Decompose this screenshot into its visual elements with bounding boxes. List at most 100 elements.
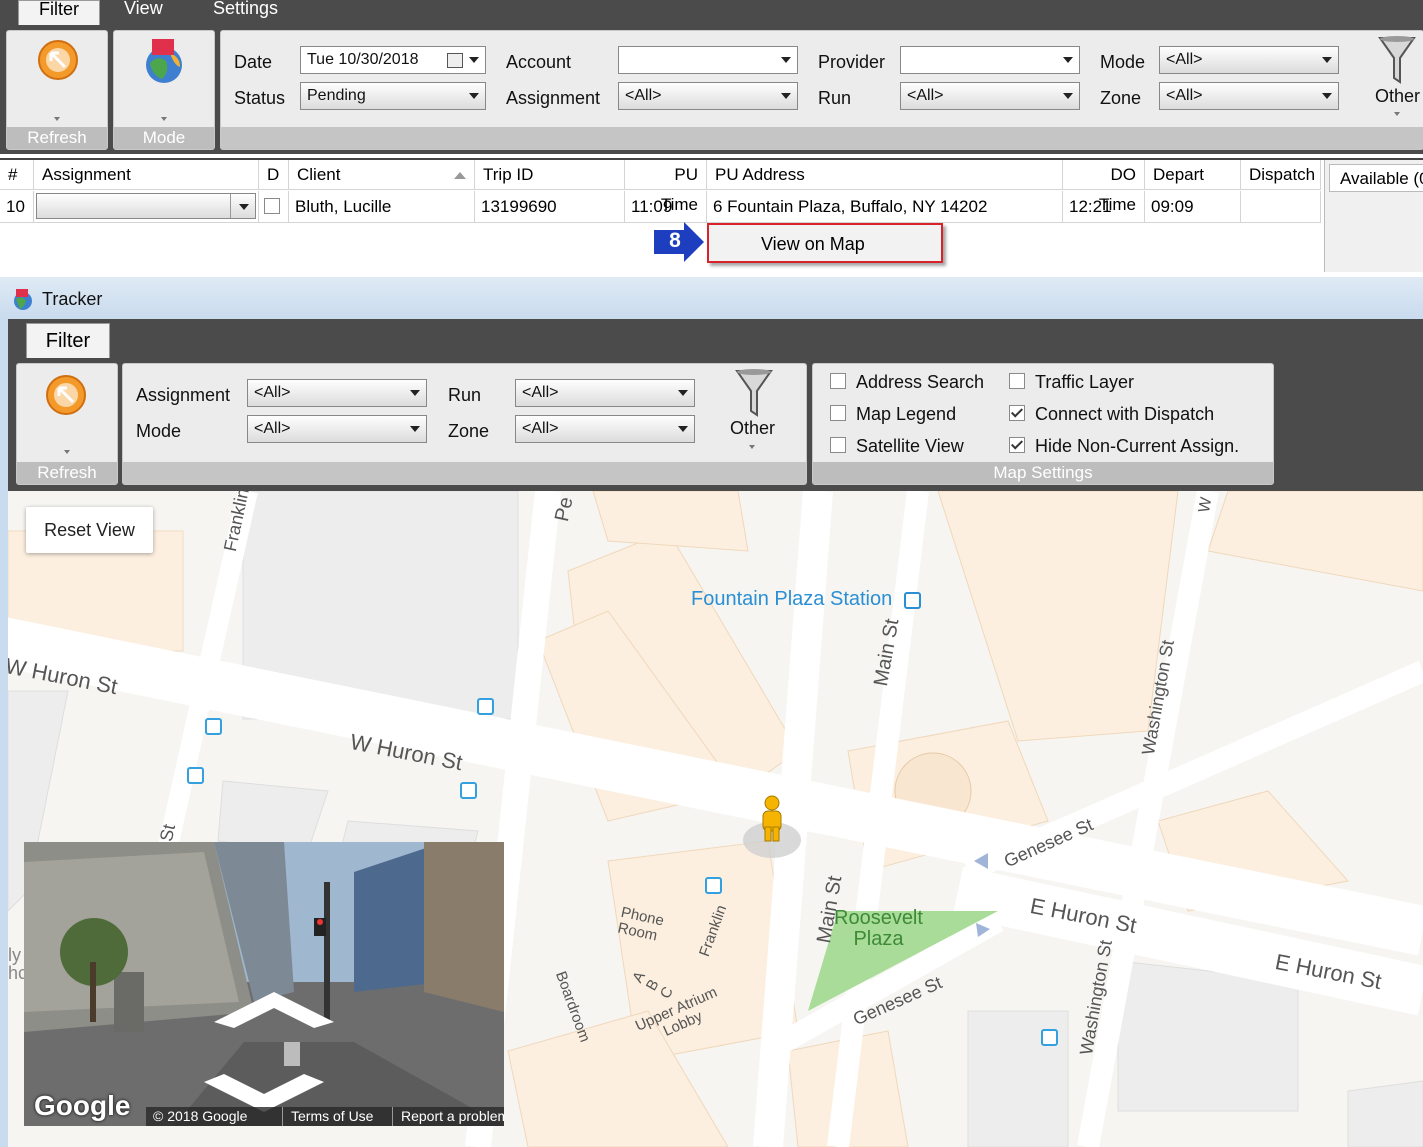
tracker-title: Tracker bbox=[42, 289, 103, 309]
satellite-view-checkbox[interactable] bbox=[830, 437, 846, 453]
available-panel[interactable]: Available (0 bbox=[1324, 160, 1423, 272]
refresh-group[interactable]: Refresh bbox=[6, 30, 108, 150]
bus-stop-icon[interactable] bbox=[205, 718, 222, 735]
mode-select[interactable]: <All> bbox=[1159, 46, 1339, 74]
col-header-num[interactable]: # bbox=[0, 160, 34, 190]
status-select[interactable]: Pending bbox=[300, 82, 486, 110]
other-dropdown-icon bbox=[1394, 112, 1400, 116]
zone-value: <All> bbox=[1166, 87, 1203, 104]
cell-assignment[interactable] bbox=[34, 191, 259, 223]
bus-stop-icon[interactable] bbox=[187, 767, 204, 784]
dispatch-checkbox[interactable] bbox=[264, 198, 280, 214]
hide-non-current-checkbox[interactable] bbox=[1009, 437, 1025, 453]
col-header-dispatch[interactable]: Dispatch bbox=[1241, 160, 1321, 190]
satellite-view-label[interactable]: Satellite View bbox=[856, 436, 964, 457]
street-view-image[interactable] bbox=[24, 842, 504, 1126]
station-label[interactable]: Fountain Plaza Station bbox=[691, 588, 892, 611]
chevron-down-icon bbox=[1322, 57, 1332, 63]
bus-stop-icon[interactable] bbox=[1041, 1029, 1058, 1046]
terms-link[interactable]: Terms of Use bbox=[291, 1108, 373, 1124]
col-header-d[interactable]: D bbox=[259, 160, 289, 190]
bus-stop-icon[interactable] bbox=[705, 877, 722, 894]
status-value: Pending bbox=[307, 87, 366, 104]
report-problem-link[interactable]: Report a problem bbox=[401, 1108, 504, 1124]
traffic-layer-label[interactable]: Traffic Layer bbox=[1035, 372, 1134, 393]
map-settings-label: Map Settings bbox=[813, 462, 1273, 484]
chevron-down-icon bbox=[469, 93, 479, 99]
account-select[interactable] bbox=[618, 46, 798, 74]
chevron-down-icon bbox=[239, 204, 249, 210]
mode-group[interactable]: Mode bbox=[113, 30, 215, 150]
col-header-pu-address[interactable]: PU Address bbox=[707, 160, 1063, 190]
filter-funnel-icon[interactable] bbox=[735, 367, 773, 417]
tracker-zone-select[interactable]: <All> bbox=[515, 415, 695, 443]
chevron-down-icon bbox=[781, 93, 791, 99]
tracker-tab-filter[interactable]: Filter bbox=[26, 323, 110, 358]
chevron-down-icon bbox=[678, 426, 688, 432]
tab-view[interactable]: View bbox=[124, 0, 163, 24]
tab-settings[interactable]: Settings bbox=[213, 0, 278, 24]
connect-with-dispatch-label[interactable]: Connect with Dispatch bbox=[1035, 404, 1214, 425]
address-search-checkbox[interactable] bbox=[830, 373, 846, 389]
tracker-title-bar: Tracker bbox=[0, 277, 1423, 319]
status-label: Status bbox=[234, 88, 286, 108]
step-badge: 8 bbox=[669, 229, 681, 252]
bus-stop-icon[interactable] bbox=[460, 782, 477, 799]
run-select[interactable]: <All> bbox=[900, 82, 1080, 110]
mode-value: <All> bbox=[1166, 51, 1203, 68]
tab-filter[interactable]: Filter bbox=[18, 0, 100, 25]
provider-label: Provider bbox=[818, 52, 886, 72]
tracker-assignment-select[interactable]: <All> bbox=[247, 379, 427, 407]
date-value: Tue 10/30/2018 bbox=[307, 51, 419, 68]
chevron-down-icon bbox=[410, 426, 420, 432]
calendar-icon[interactable] bbox=[447, 53, 463, 68]
provider-select[interactable] bbox=[900, 46, 1080, 74]
tracker-assignment-value: <All> bbox=[254, 384, 291, 401]
date-picker[interactable]: Tue 10/30/2018 bbox=[300, 46, 486, 74]
chevron-down-icon bbox=[678, 390, 688, 396]
bus-stop-icon[interactable] bbox=[477, 698, 494, 715]
cell-num: 10 bbox=[0, 191, 34, 223]
divider bbox=[282, 1107, 283, 1126]
tracker-app-icon bbox=[14, 289, 32, 310]
assignment-label: Assignment bbox=[506, 88, 601, 108]
sort-asc-icon bbox=[454, 172, 466, 179]
station-icon[interactable] bbox=[904, 592, 921, 609]
filter-funnel-icon[interactable] bbox=[1378, 34, 1416, 86]
street-view-panel[interactable]: Google © 2018 Google Terms of Use Report… bbox=[24, 842, 504, 1126]
tracker-run-label: Run bbox=[448, 385, 482, 405]
tracker-refresh-group[interactable]: Refresh bbox=[16, 363, 118, 485]
hide-non-current-label[interactable]: Hide Non-Current Assign. bbox=[1035, 436, 1239, 457]
window-frame-edge bbox=[0, 319, 8, 1147]
col-header-do-time[interactable]: DO Time bbox=[1063, 160, 1145, 214]
connect-with-dispatch-checkbox[interactable] bbox=[1009, 405, 1025, 421]
cell-dispatch bbox=[1241, 191, 1321, 223]
assignment-select[interactable]: <All> bbox=[618, 82, 798, 110]
row-assignment-select[interactable] bbox=[36, 193, 256, 219]
col-header-trip-id[interactable]: Trip ID bbox=[475, 160, 625, 190]
available-tab[interactable]: Available (0 bbox=[1329, 164, 1423, 192]
zone-select[interactable]: <All> bbox=[1159, 82, 1339, 110]
address-search-label[interactable]: Address Search bbox=[856, 372, 984, 393]
tracker-run-select[interactable]: <All> bbox=[515, 379, 695, 407]
refresh-dropdown-icon bbox=[54, 117, 60, 121]
traffic-layer-checkbox[interactable] bbox=[1009, 373, 1025, 389]
divider bbox=[392, 1107, 393, 1126]
col-header-depart[interactable]: Depart bbox=[1145, 160, 1241, 190]
cell-d[interactable] bbox=[259, 191, 289, 223]
tracker-other-label[interactable]: Other bbox=[730, 418, 775, 439]
col-header-assignment[interactable]: Assignment bbox=[34, 160, 259, 190]
view-on-map-menu-item[interactable]: View on Map bbox=[709, 225, 941, 261]
context-menu: View on Map bbox=[707, 223, 943, 263]
cell-pu-address[interactable]: 6 Fountain Plaza, Buffalo, NY 14202 bbox=[707, 191, 1063, 223]
cell-client: Bluth, Lucille bbox=[289, 191, 475, 223]
reset-view-button[interactable]: Reset View bbox=[26, 507, 153, 553]
col-header-pu-time[interactable]: PU Time bbox=[625, 160, 707, 214]
tracker-mode-select[interactable]: <All> bbox=[247, 415, 427, 443]
map-legend-checkbox[interactable] bbox=[830, 405, 846, 421]
col-header-client[interactable]: Client bbox=[289, 160, 475, 190]
street-label: W bbox=[1196, 496, 1216, 514]
map-legend-label[interactable]: Map Legend bbox=[856, 404, 956, 425]
cell-depart: 09:09 bbox=[1145, 191, 1241, 223]
other-label[interactable]: Other bbox=[1375, 86, 1420, 107]
